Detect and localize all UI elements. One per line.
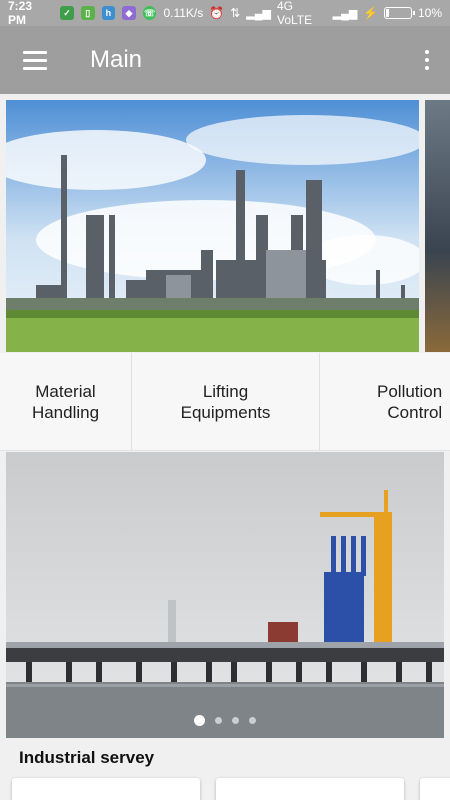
hamburger-icon-line bbox=[23, 66, 47, 70]
banner-image-refinery[interactable] bbox=[6, 100, 419, 352]
slider-dot-active[interactable] bbox=[194, 715, 205, 726]
slider-pagination bbox=[6, 715, 444, 726]
app-icon: ◆ bbox=[122, 6, 136, 20]
category-label: Lifting Equipments bbox=[180, 382, 271, 422]
menu-button[interactable] bbox=[0, 26, 70, 94]
shield-icon: ✓ bbox=[60, 6, 74, 20]
more-vert-icon-dot bbox=[425, 66, 429, 70]
data-transfer-icon: ⇅ bbox=[230, 6, 241, 20]
more-vert-icon bbox=[425, 50, 429, 54]
section-title: Industrial servey bbox=[19, 748, 155, 767]
status-bar: 7:23 PM ✓ ▯ h ◆ ☏ 0.11K/s ⏰ ⇅ ▂▄▆ 4G VoL… bbox=[0, 0, 450, 27]
slider-dot[interactable] bbox=[215, 717, 222, 724]
signal-icon: ▂▄▆ bbox=[332, 7, 358, 20]
network-type: 4G VoLTE bbox=[277, 0, 313, 27]
survey-card[interactable] bbox=[12, 778, 200, 800]
overflow-menu-button[interactable] bbox=[404, 26, 450, 94]
whatsapp-icon: ☏ bbox=[142, 6, 157, 20]
slider-dot[interactable] bbox=[232, 717, 239, 724]
app-icon: h bbox=[101, 6, 116, 20]
category-label: Pollution Control bbox=[377, 382, 443, 422]
banner-next-preview[interactable] bbox=[425, 100, 450, 352]
category-pollution-control[interactable]: Pollution Control bbox=[320, 353, 450, 450]
category-material-handling[interactable]: Material Handling bbox=[0, 353, 132, 450]
page-title: Main bbox=[90, 46, 143, 73]
sim-icon: ▯ bbox=[80, 6, 95, 20]
category-strip: Material Handling Lifting Equipments Pol… bbox=[0, 353, 450, 451]
survey-card[interactable] bbox=[216, 778, 404, 800]
category-label: Material Handling bbox=[31, 382, 100, 422]
image-slider[interactable] bbox=[6, 452, 444, 738]
signal-icon: ▂▄▆ bbox=[246, 7, 271, 20]
category-lifting-equipments[interactable]: Lifting Equipments bbox=[132, 353, 320, 450]
alarm-icon: ⏰ bbox=[209, 6, 225, 20]
survey-card[interactable] bbox=[420, 778, 450, 800]
battery-percent: 10% bbox=[417, 6, 442, 20]
more-vert-icon-dot bbox=[425, 58, 429, 62]
charging-icon: ⚡ bbox=[363, 6, 379, 20]
hamburger-icon bbox=[23, 50, 47, 54]
battery-icon bbox=[384, 7, 415, 19]
app-bar: Main bbox=[0, 26, 450, 94]
network-speed: 0.11K/s bbox=[163, 6, 204, 20]
hamburger-icon-line bbox=[23, 58, 47, 62]
status-time: 7:23 PM bbox=[8, 0, 33, 27]
slider-dot[interactable] bbox=[249, 717, 256, 724]
card-row bbox=[0, 778, 450, 800]
